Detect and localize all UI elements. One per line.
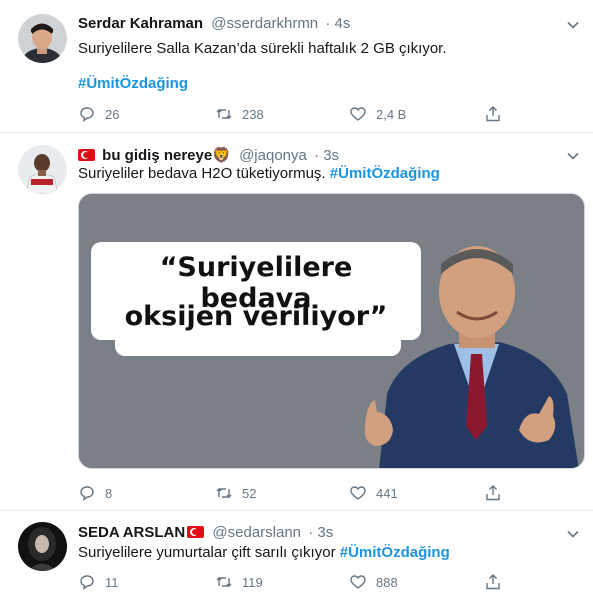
reply-count: 8 (105, 485, 113, 501)
author-handle[interactable]: @jaqonya (239, 147, 307, 164)
chevron-down-icon[interactable] (565, 148, 581, 164)
share-icon (486, 485, 500, 501)
turkish-flag-icon (78, 149, 95, 161)
retweet-button[interactable]: 119 (215, 572, 263, 592)
hashtag-link[interactable]: #ÜmitÖzdağing (78, 75, 188, 92)
chevron-down-icon[interactable] (565, 526, 581, 542)
like-count: 888 (376, 574, 398, 590)
tweet-text: Suriyeliler bedava H2O tüketiyormuş. (78, 165, 326, 182)
avatar[interactable] (18, 522, 67, 571)
lion-emoji: 🦁 (212, 147, 231, 164)
reply-icon (80, 486, 94, 502)
tweet-timestamp[interactable]: · 3s (314, 147, 339, 164)
tweet-text: Suriyelilere Salla Kazan’da sürekli haft… (78, 40, 447, 57)
author-name[interactable]: SEDA ARSLAN (78, 524, 185, 541)
reply-count: 11 (105, 574, 119, 590)
author-handle[interactable]: @sserdarkhrmn (211, 15, 318, 32)
reply-button[interactable]: 26 (78, 104, 119, 124)
like-button[interactable]: 441 (349, 483, 398, 503)
retweet-count: 238 (242, 106, 264, 122)
share-button[interactable] (484, 483, 511, 503)
reply-button[interactable]: 8 (78, 483, 112, 503)
avatar[interactable] (18, 14, 67, 63)
share-button[interactable] (484, 104, 511, 124)
retweet-button[interactable]: 238 (215, 104, 264, 124)
like-count: 2,4 B (376, 106, 407, 122)
tweet-timestamp[interactable]: · 3s (308, 524, 333, 541)
tweet-2[interactable]: bu gidiş nereye🦁 @jaqonya · 3s Suriyelil… (0, 133, 593, 511)
like-count: 441 (376, 485, 398, 501)
author-name[interactable]: Serdar Kahraman (78, 15, 203, 32)
retweet-icon (216, 109, 232, 119)
tweet-timestamp[interactable]: · 4s (325, 15, 350, 32)
author-name[interactable]: bu gidiş nereye (102, 147, 212, 164)
retweet-count: 119 (242, 574, 263, 590)
reply-button[interactable]: 11 (78, 572, 119, 592)
tweet-1[interactable]: Serdar Kahraman @sserdarkhrmn · 4s Suriy… (0, 0, 593, 133)
hashtag-link[interactable]: #ÜmitÖzdağing (340, 544, 450, 561)
author-handle[interactable]: @sedarslann (212, 524, 301, 541)
hashtag-link[interactable]: #ÜmitÖzdağing (330, 165, 440, 182)
share-icon (486, 106, 500, 122)
like-button[interactable]: 2,4 B (349, 104, 406, 124)
chevron-down-icon[interactable] (565, 17, 581, 33)
tweet-3[interactable]: SEDA ARSLAN @sedarslann · 3s Suriyeliler… (0, 511, 593, 606)
retweet-icon (216, 577, 232, 587)
share-icon (486, 574, 500, 590)
reply-count: 26 (105, 106, 120, 122)
turkish-flag-icon (187, 526, 205, 538)
retweet-button[interactable]: 52 (215, 483, 256, 503)
retweet-count: 52 (242, 485, 257, 501)
tweet-media-image[interactable]: “Suriyelilere bedava oksijen veriliyor” (78, 193, 585, 469)
retweet-icon (216, 488, 232, 498)
like-icon (350, 107, 366, 121)
like-icon (350, 486, 366, 500)
quote-line-2: oksijen veriliyor” (124, 301, 388, 332)
reply-icon (80, 575, 94, 591)
like-icon (350, 575, 366, 589)
like-button[interactable]: 888 (349, 572, 398, 592)
tweet-text: Suriyelilere yumurtalar çift sarılı çıkı… (78, 544, 336, 561)
share-button[interactable] (484, 572, 511, 592)
avatar[interactable] (18, 145, 67, 194)
reply-icon (80, 107, 94, 123)
